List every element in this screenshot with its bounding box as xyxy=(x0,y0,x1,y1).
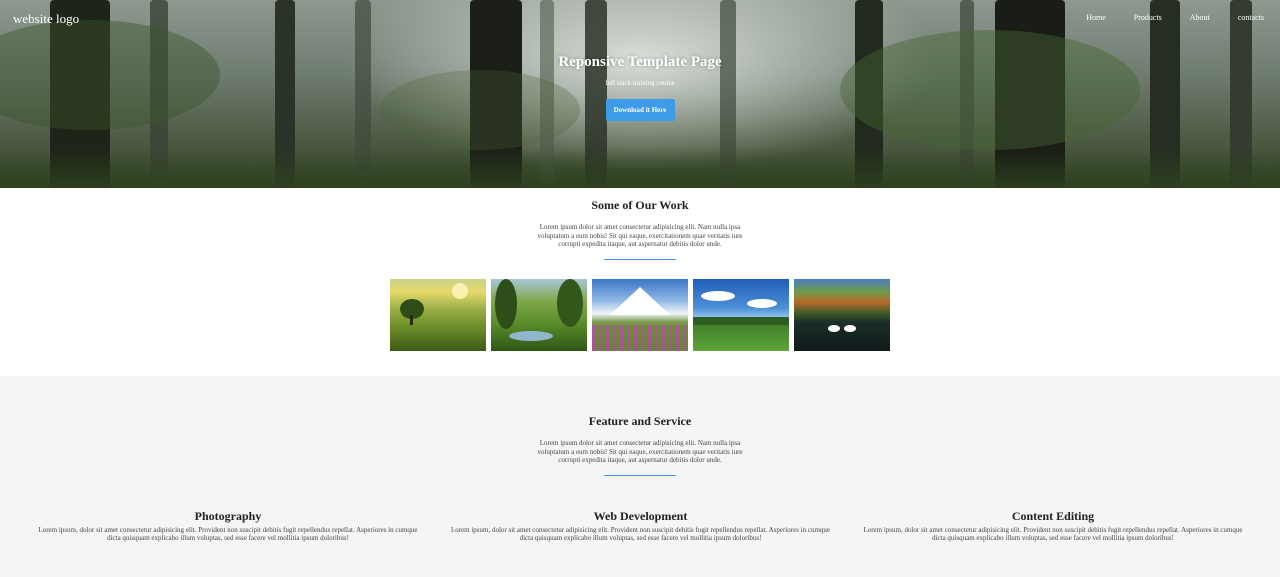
features-row: Photography Lorem ipsum, dolor sit amet … xyxy=(0,509,1280,543)
features-section: Feature and Service Lorem ipsum dolor si… xyxy=(0,376,1280,577)
feature-text: Lorem ipsum, dolor sit amet consectetur … xyxy=(450,525,831,543)
nav-link-about[interactable]: About xyxy=(1190,13,1210,22)
gallery-image-mountain[interactable] xyxy=(592,278,688,351)
gallery-image-swans[interactable] xyxy=(794,278,890,351)
feature-text: Lorem ipsum, dolor sit amet consectetur … xyxy=(863,525,1243,543)
features-description: Lorem ipsum dolor sit amet consectetur a… xyxy=(537,439,743,464)
work-gallery xyxy=(0,278,1280,351)
feature-content-editing: Content Editing Lorem ipsum, dolor sit a… xyxy=(858,509,1248,543)
website-logo[interactable]: website logo xyxy=(13,11,79,27)
nav-link-contacts[interactable]: contacts xyxy=(1238,13,1264,22)
nav-link-home[interactable]: Home xyxy=(1086,13,1106,22)
gallery-image-meadow[interactable] xyxy=(693,278,789,351)
work-section: Some of Our Work Lorem ipsum dolor sit a… xyxy=(0,188,1280,376)
section-divider xyxy=(604,258,676,260)
feature-text: Lorem ipsum, dolor sit amet consectetur … xyxy=(38,525,418,543)
hero-subtitle: full stack training course xyxy=(605,79,675,87)
hero-content: Reponsive Template Page full stack train… xyxy=(0,54,1280,121)
feature-title: Web Development xyxy=(593,508,688,523)
hero-title: Reponsive Template Page xyxy=(558,54,722,70)
work-description: Lorem ipsum dolor sit amet consectetur a… xyxy=(537,223,743,248)
gallery-image-hills[interactable] xyxy=(390,278,486,351)
feature-web-development: Web Development Lorem ipsum, dolor sit a… xyxy=(446,509,836,543)
feature-title: Photography xyxy=(194,508,262,523)
features-title: Feature and Service xyxy=(588,414,692,428)
gallery-image-stream[interactable] xyxy=(491,278,587,351)
work-title: Some of Our Work xyxy=(591,198,689,212)
nav-links: Home Products About contacts xyxy=(1086,13,1264,22)
feature-photography: Photography Lorem ipsum, dolor sit amet … xyxy=(33,509,423,543)
feature-title: Content Editing xyxy=(1011,508,1095,523)
download-button[interactable]: Download it Here xyxy=(605,99,675,121)
nav-link-products[interactable]: Products xyxy=(1134,13,1162,22)
top-nav: website logo Home Products About contact… xyxy=(0,0,1280,38)
hero-section: website logo Home Products About contact… xyxy=(0,0,1280,188)
section-divider xyxy=(604,474,676,476)
